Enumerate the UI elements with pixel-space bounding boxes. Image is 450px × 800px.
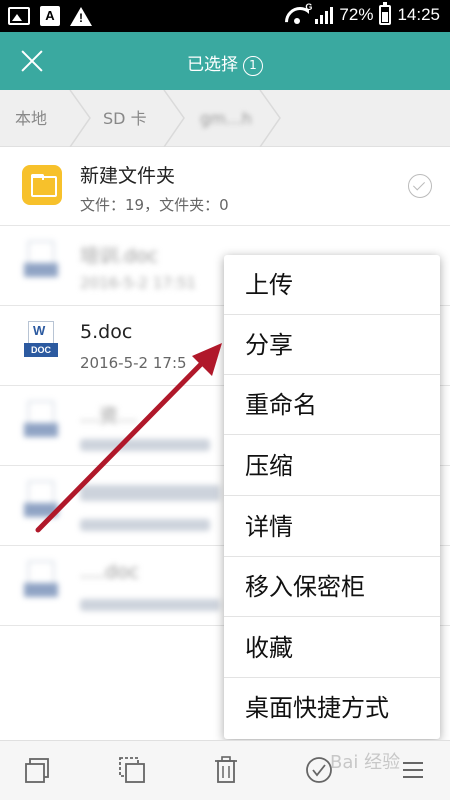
- breadcrumb-item-sdcard[interactable]: SD 卡: [103, 90, 147, 147]
- file-name: …资…: [80, 405, 138, 427]
- file-name-redacted: [80, 485, 220, 501]
- menu-item-details[interactable]: 详情: [224, 497, 440, 557]
- menu-item-desktop-shortcut[interactable]: 桌面快捷方式: [224, 678, 440, 738]
- delete-icon[interactable]: [209, 753, 243, 787]
- menu-item-rename[interactable]: 重命名: [224, 375, 440, 435]
- status-bar: A ! G 72% 14:25: [0, 0, 450, 32]
- file-meta-redacted: [80, 439, 210, 451]
- signal-icon: G: [305, 2, 334, 24]
- header-title: 已选择 1: [0, 50, 450, 76]
- selection-header: 已选择 1: [0, 32, 450, 90]
- copy-icon[interactable]: [21, 753, 55, 787]
- doc-file-icon: [24, 481, 58, 525]
- menu-item-share[interactable]: 分享: [224, 315, 440, 375]
- file-meta: 文件：19，文件夹：0: [80, 196, 229, 214]
- watermark: Bai 经验: [330, 752, 401, 773]
- doc-icon-letter: W: [33, 323, 46, 338]
- doc-file-icon: [24, 241, 58, 285]
- breadcrumb-item-current[interactable]: gm…h: [200, 90, 252, 147]
- chevron-right-icon: [162, 89, 186, 148]
- clock: 14:25: [397, 5, 440, 24]
- file-meta-redacted: [80, 519, 210, 531]
- doc-file-icon: [24, 561, 58, 605]
- breadcrumb: 本地 SD 卡 gm…h: [0, 89, 450, 148]
- context-menu: 上传 分享 重命名 压缩 详情 移入保密柜 收藏 桌面快捷方式: [224, 255, 440, 739]
- chevron-right-icon: [68, 89, 92, 148]
- doc-icon-label: DOC: [24, 343, 58, 357]
- selection-count-badge: 1: [243, 56, 263, 76]
- move-icon[interactable]: [115, 753, 149, 787]
- screen: A ! G 72% 14:25 已选择 1 本地 SD 卡 gm…h 新建文件夹…: [0, 0, 450, 800]
- file-meta-redacted: [80, 599, 220, 611]
- battery-percent: 72%: [339, 5, 374, 24]
- file-name: ….doc: [80, 561, 140, 583]
- image-notification-icon: [8, 7, 30, 25]
- folder-icon: [22, 165, 62, 205]
- doc-file-icon: [24, 401, 58, 445]
- file-name: 培训.doc: [80, 245, 159, 267]
- menu-item-move-to-safe[interactable]: 移入保密柜: [224, 557, 440, 617]
- battery-icon: [379, 2, 392, 25]
- breadcrumb-item-local[interactable]: 本地: [15, 90, 47, 147]
- list-item-folder[interactable]: 新建文件夹 文件：19，文件夹：0: [0, 147, 450, 226]
- word-doc-icon: W DOC: [24, 321, 58, 365]
- app-notification-icon: A: [40, 6, 60, 26]
- file-meta: 2016-5-2 17:5: [80, 354, 187, 372]
- chevron-right-icon: [258, 89, 282, 148]
- header-title-text: 已选择: [187, 55, 238, 75]
- more-icon[interactable]: [396, 753, 430, 787]
- file-meta: 2016-5-2 17:51: [80, 274, 197, 292]
- network-type: G: [305, 2, 313, 12]
- menu-item-favorite[interactable]: 收藏: [224, 618, 440, 678]
- menu-item-upload[interactable]: 上传: [224, 255, 440, 315]
- select-checkbox[interactable]: [408, 174, 432, 198]
- file-name: 5.doc: [80, 321, 133, 343]
- menu-item-compress[interactable]: 压缩: [224, 436, 440, 496]
- file-name: 新建文件夹: [80, 165, 176, 187]
- warning-icon: !: [70, 6, 92, 26]
